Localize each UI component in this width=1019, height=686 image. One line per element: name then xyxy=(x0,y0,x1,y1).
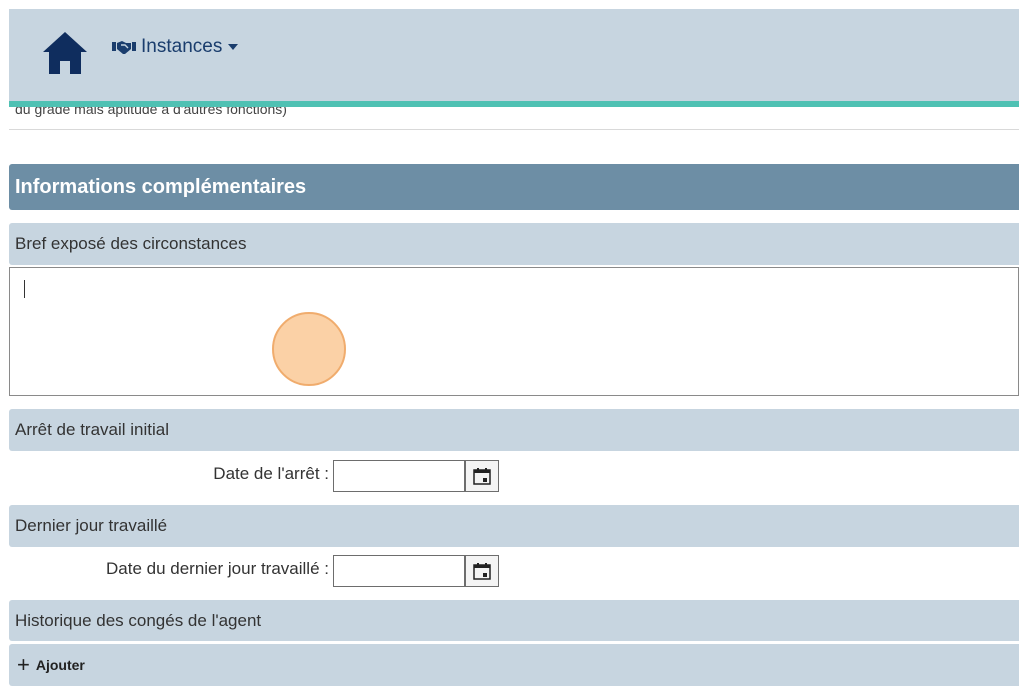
circonstances-header-label: Bref exposé des circonstances xyxy=(15,234,247,253)
dernier-jour-header-label: Dernier jour travaillé xyxy=(15,516,168,535)
section-title: Informations complémentaires xyxy=(9,164,1019,210)
handshake-icon xyxy=(112,41,136,54)
arret-calendar-button[interactable] xyxy=(465,460,499,492)
historique-header-label: Historique des congés de l'agent xyxy=(15,610,262,630)
section-title-label: Informations complémentaires xyxy=(15,175,307,198)
truncated-text: du grade mais aptitude à d'autres foncti… xyxy=(15,107,287,117)
caret-down-icon xyxy=(228,44,239,50)
add-conge-label: Ajouter xyxy=(35,657,85,673)
instances-menu[interactable]: Instances xyxy=(112,33,239,61)
arret-date-input[interactable] xyxy=(333,460,465,492)
add-conge-button[interactable]: + Ajouter xyxy=(9,644,1019,686)
instances-menu-label: Instances xyxy=(141,36,223,57)
arret-header-label: Arrêt de travail initial xyxy=(15,420,170,439)
truncated-field-row: du grade mais aptitude à d'autres foncti… xyxy=(9,107,1019,130)
arret-date-row: Date de l'arrêt : xyxy=(9,456,1019,494)
circonstances-header: Bref exposé des circonstances xyxy=(9,223,1019,265)
arret-date-label: Date de l'arrêt : xyxy=(213,464,329,483)
calendar-icon xyxy=(473,563,491,580)
arret-header: Arrêt de travail initial xyxy=(9,409,1019,451)
dernier-jour-calendar-button[interactable] xyxy=(465,555,499,587)
text-cursor xyxy=(24,280,25,298)
touch-indicator xyxy=(272,312,346,386)
home-icon[interactable] xyxy=(41,30,89,76)
calendar-icon xyxy=(473,468,491,485)
dernier-jour-header: Dernier jour travaillé xyxy=(9,505,1019,547)
plus-icon: + xyxy=(17,652,30,677)
dernier-jour-date-row: Date du dernier jour travaillé : xyxy=(9,551,1019,589)
historique-header: Historique des congés de l'agent xyxy=(9,600,1019,641)
circonstances-textarea[interactable] xyxy=(9,267,1019,396)
dernier-jour-date-label: Date du dernier jour travaillé : xyxy=(105,559,329,578)
dernier-jour-date-input[interactable] xyxy=(333,555,465,587)
